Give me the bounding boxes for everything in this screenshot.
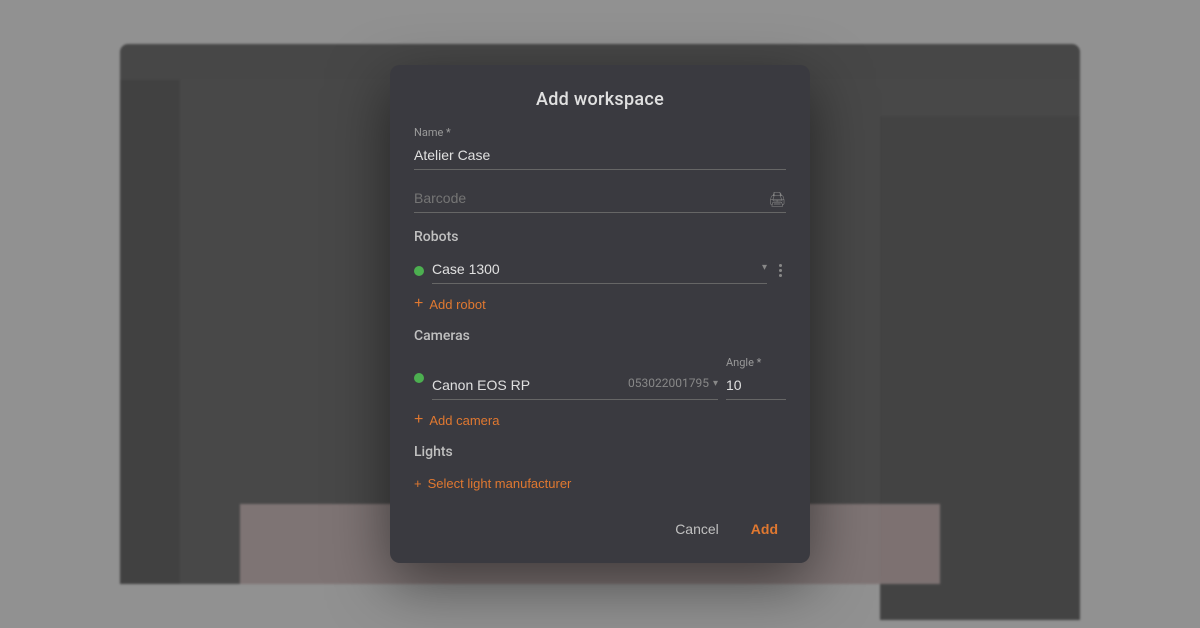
add-robot-button[interactable]: + Add robot (414, 292, 486, 316)
add-robot-plus-icon: + (414, 296, 423, 312)
camera-dropdown-arrow: ▾ (713, 378, 718, 389)
barcode-input-wrapper: 🖨 (414, 186, 786, 213)
barcode-field-group: 🖨 (414, 186, 786, 213)
lights-section: Lights + Select light manufacturer (414, 444, 786, 495)
camera-dropdown[interactable]: Canon EOS RP (432, 373, 624, 393)
modal-footer: Cancel Add (390, 495, 810, 543)
modal-body: Name * 🖨 Robots Case 1300 ▾ (390, 126, 810, 495)
robot-row: Case 1300 ▾ (414, 257, 786, 284)
add-camera-plus-icon: + (414, 412, 423, 428)
name-input[interactable] (414, 143, 786, 170)
cameras-section: Cameras Canon EOS RP 053022001795 ▾ Angl… (414, 328, 786, 432)
add-robot-label: Add robot (429, 297, 485, 312)
lights-section-title: Lights (414, 444, 786, 460)
add-workspace-modal: Add workspace Name * 🖨 Robots Case 1300 (390, 65, 810, 563)
add-button[interactable]: Add (743, 515, 786, 543)
camera-status-dot (414, 373, 424, 383)
angle-group: Angle * (726, 356, 786, 400)
camera-serial: 053022001795 (628, 376, 709, 390)
modal-title: Add workspace (390, 65, 810, 126)
cancel-button[interactable]: Cancel (667, 515, 727, 543)
angle-label: Angle * (726, 356, 786, 369)
select-light-plus-icon: + (414, 476, 422, 491)
robot-status-dot (414, 266, 424, 276)
robot-options-button[interactable] (775, 260, 786, 281)
robots-section: Robots Case 1300 ▾ + Add robot (414, 229, 786, 316)
camera-row: Canon EOS RP 053022001795 ▾ Angle * (414, 356, 786, 400)
name-label: Name * (414, 126, 786, 139)
cameras-section-title: Cameras (414, 328, 786, 344)
name-field-group: Name * (414, 126, 786, 170)
camera-dropdown-wrapper: Canon EOS RP 053022001795 ▾ (432, 373, 718, 400)
robots-section-title: Robots (414, 229, 786, 245)
add-camera-button[interactable]: + Add camera (414, 408, 499, 432)
select-light-label: Select light manufacturer (428, 476, 572, 491)
print-icon[interactable]: 🖨 (768, 192, 786, 208)
select-light-manufacturer-button[interactable]: + Select light manufacturer (414, 472, 571, 495)
barcode-input[interactable] (414, 186, 786, 213)
angle-input[interactable] (726, 373, 786, 400)
camera-row-content: Canon EOS RP 053022001795 ▾ Angle * (432, 356, 786, 400)
robot-dropdown[interactable]: Case 1300 (432, 257, 774, 277)
add-camera-label: Add camera (429, 413, 499, 428)
